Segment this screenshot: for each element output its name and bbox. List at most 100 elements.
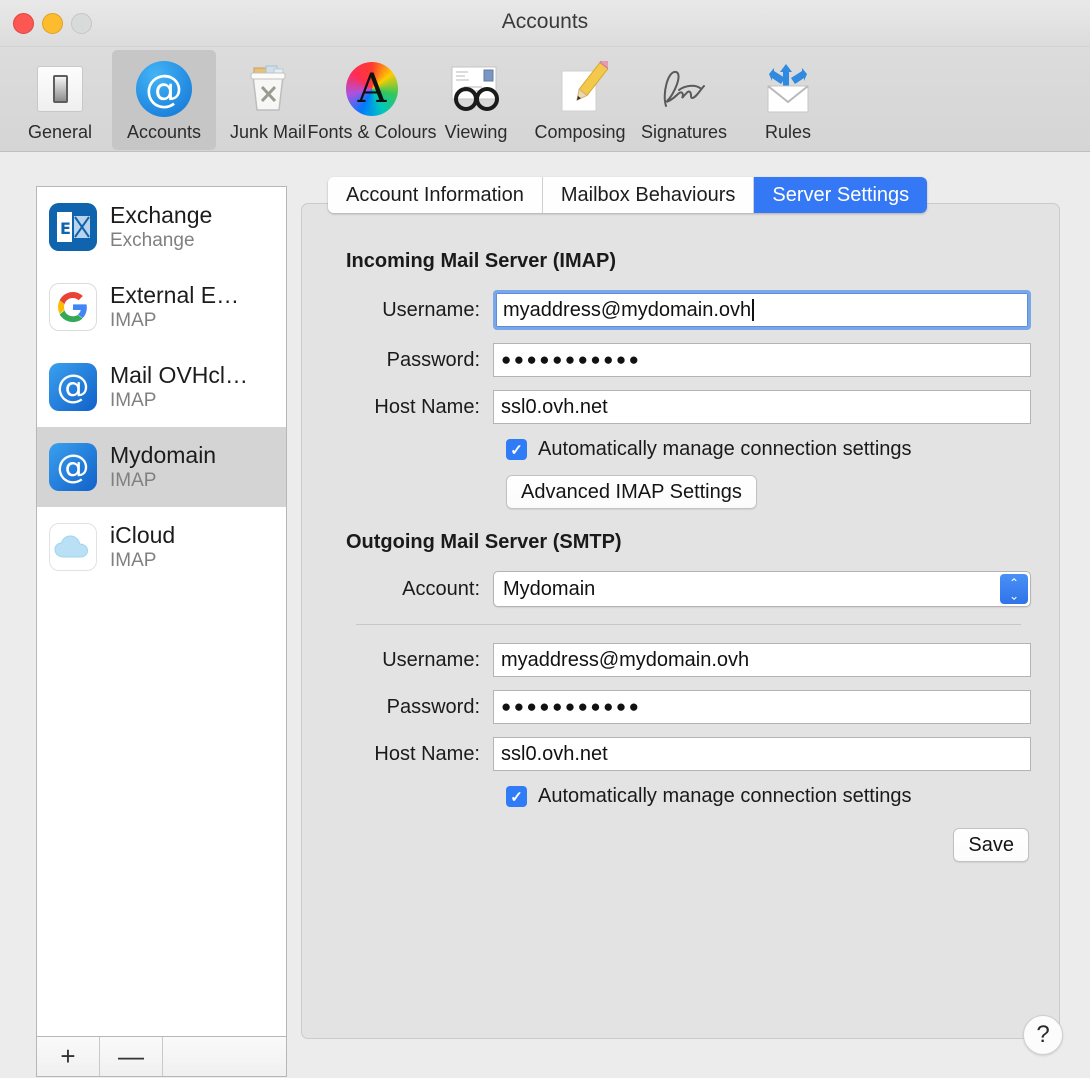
rules-envelope-icon	[758, 59, 818, 119]
incoming-auto-manage-label: Automatically manage connection settings	[538, 438, 912, 461]
toolbar-item-accounts[interactable]: @ Accounts	[112, 50, 216, 150]
incoming-username-label: Username:	[346, 299, 493, 322]
composing-pencil-icon	[550, 59, 610, 119]
tab-mailbox-behaviours[interactable]: Mailbox Behaviours	[543, 177, 755, 213]
account-type: IMAP	[110, 469, 216, 492]
account-name: Exchange	[110, 202, 212, 229]
outgoing-password-row: Password: ●●●●●●●●●●●	[346, 690, 1031, 724]
svg-text:E: E	[60, 219, 71, 238]
toolbar-label-signatures: Signatures	[641, 122, 727, 143]
account-detail-area: Account Information Mailbox Behaviours S…	[301, 186, 1060, 1077]
tab-server-settings[interactable]: Server Settings	[754, 177, 927, 213]
outgoing-account-row: Account: Mydomain ⌃⌃	[346, 571, 1031, 607]
incoming-auto-manage-row[interactable]: ✓ Automatically manage connection settin…	[506, 438, 1031, 461]
icloud-icon	[49, 523, 97, 571]
toolbar-item-general[interactable]: General	[8, 50, 112, 150]
outgoing-password-input[interactable]: ●●●●●●●●●●●	[493, 690, 1031, 724]
add-account-button[interactable]: +	[37, 1037, 100, 1076]
account-type: Exchange	[110, 229, 212, 252]
advanced-imap-row: Advanced IMAP Settings	[506, 475, 1031, 509]
toolbar-item-fonts-colours[interactable]: A Fonts & Colours	[320, 50, 424, 150]
toolbar-label-accounts: Accounts	[127, 122, 201, 143]
incoming-host-value: ssl0.ovh.net	[501, 396, 608, 419]
incoming-password-row: Password: ●●●●●●●●●●●	[346, 343, 1031, 377]
account-type: IMAP	[110, 309, 239, 332]
chevron-updown-icon[interactable]: ⌃⌃	[1000, 574, 1028, 604]
exchange-icon: E	[49, 203, 97, 251]
outgoing-username-value: myaddress@mydomain.ovh	[501, 649, 749, 672]
help-button[interactable]: ?	[1023, 1015, 1063, 1055]
account-row-mail-ovhcloud[interactable]: @ Mail OVHcl… IMAP	[37, 347, 286, 427]
settings-tabbar: Account Information Mailbox Behaviours S…	[328, 177, 927, 213]
preferences-content: E Exchange Exchange	[0, 152, 1090, 1077]
outgoing-auto-manage-label: Automatically manage connection settings	[538, 785, 912, 808]
toolbar-label-composing: Composing	[534, 122, 625, 143]
accounts-sidebar: E Exchange Exchange	[36, 186, 287, 1077]
account-name: iCloud	[110, 522, 175, 549]
outgoing-username-row: Username: myaddress@mydomain.ovh	[346, 643, 1031, 677]
outgoing-account-select[interactable]: Mydomain ⌃⌃	[493, 571, 1031, 607]
text-caret	[752, 299, 754, 321]
save-row: Save	[346, 828, 1031, 862]
outgoing-password-value: ●●●●●●●●●●●	[501, 697, 641, 717]
outgoing-host-input[interactable]: ssl0.ovh.net	[493, 737, 1031, 771]
toolbar-item-viewing[interactable]: Viewing	[424, 50, 528, 150]
toolbar-item-junk-mail[interactable]: Junk Mail	[216, 50, 320, 150]
server-settings-panel: Incoming Mail Server (IMAP) Username: my…	[301, 203, 1060, 1039]
outgoing-username-input[interactable]: myaddress@mydomain.ovh	[493, 643, 1031, 677]
toolbar-label-viewing: Viewing	[445, 122, 508, 143]
account-row-exchange[interactable]: E Exchange Exchange	[37, 187, 286, 267]
window-title: Accounts	[0, 10, 1090, 34]
toolbar-label-general: General	[28, 122, 92, 143]
incoming-auto-manage-checkbox[interactable]: ✓	[506, 439, 527, 460]
incoming-password-input[interactable]: ●●●●●●●●●●●	[493, 343, 1031, 377]
toolbar-item-signatures[interactable]: Signatures	[632, 50, 736, 150]
signature-icon	[654, 59, 714, 119]
at-icon: @	[49, 443, 97, 491]
tab-account-information[interactable]: Account Information	[328, 177, 543, 213]
incoming-username-row: Username: myaddress@mydomain.ovh	[346, 290, 1031, 330]
advanced-imap-settings-button[interactable]: Advanced IMAP Settings	[506, 475, 757, 509]
outgoing-password-label: Password:	[346, 696, 493, 719]
outgoing-divider	[356, 624, 1021, 625]
fonts-colours-icon: A	[342, 59, 402, 119]
google-icon	[49, 283, 97, 331]
incoming-username-input[interactable]: myaddress@mydomain.ovh	[493, 290, 1031, 330]
accounts-at-icon: @	[134, 59, 194, 119]
outgoing-auto-manage-checkbox[interactable]: ✓	[506, 786, 527, 807]
toolbar-label-fonts-colours: Fonts & Colours	[307, 122, 436, 143]
window-titlebar: Accounts	[0, 0, 1090, 47]
save-button[interactable]: Save	[953, 828, 1029, 862]
viewing-glasses-icon	[446, 59, 506, 119]
account-row-external-e[interactable]: External E… IMAP	[37, 267, 286, 347]
outgoing-host-value: ssl0.ovh.net	[501, 743, 608, 766]
account-type: IMAP	[110, 549, 175, 572]
account-name: Mydomain	[110, 442, 216, 469]
incoming-host-input[interactable]: ssl0.ovh.net	[493, 390, 1031, 424]
remove-account-button[interactable]: —	[100, 1037, 163, 1076]
incoming-section-title: Incoming Mail Server (IMAP)	[346, 250, 1031, 273]
outgoing-auto-manage-row[interactable]: ✓ Automatically manage connection settin…	[506, 785, 1031, 808]
preferences-toolbar: General @ Accounts Junk Mail A Fonts & C…	[0, 47, 1090, 152]
sidebar-footer-spacer	[163, 1037, 286, 1076]
outgoing-account-label: Account:	[346, 578, 493, 601]
account-row-icloud[interactable]: iCloud IMAP	[37, 507, 286, 587]
account-name: Mail OVHcl…	[110, 362, 248, 389]
incoming-password-value: ●●●●●●●●●●●	[501, 350, 641, 370]
toolbar-item-composing[interactable]: Composing	[528, 50, 632, 150]
outgoing-account-value: Mydomain	[503, 578, 595, 601]
account-row-mydomain[interactable]: @ Mydomain IMAP	[37, 427, 286, 507]
outgoing-username-label: Username:	[346, 649, 493, 672]
account-name: External E…	[110, 282, 239, 309]
toolbar-item-rules[interactable]: Rules	[736, 50, 840, 150]
outgoing-host-row: Host Name: ssl0.ovh.net	[346, 737, 1031, 771]
outgoing-host-label: Host Name:	[346, 743, 493, 766]
sidebar-footer: + —	[37, 1036, 286, 1076]
incoming-host-row: Host Name: ssl0.ovh.net	[346, 390, 1031, 424]
incoming-host-label: Host Name:	[346, 396, 493, 419]
outgoing-section-title: Outgoing Mail Server (SMTP)	[346, 531, 1031, 554]
toolbar-label-junk-mail: Junk Mail	[230, 122, 306, 143]
toolbar-label-rules: Rules	[765, 122, 811, 143]
account-type: IMAP	[110, 389, 248, 412]
at-icon: @	[49, 363, 97, 411]
